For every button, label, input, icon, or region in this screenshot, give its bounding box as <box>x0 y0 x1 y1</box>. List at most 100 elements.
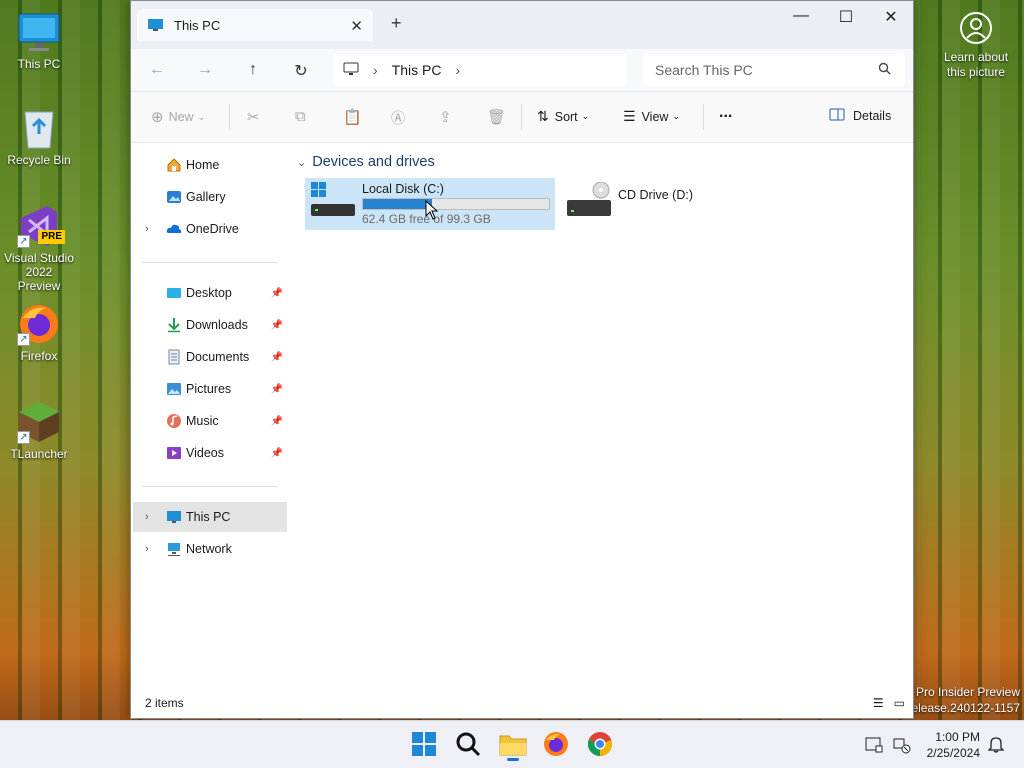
search-icon[interactable] <box>455 731 483 759</box>
forward-arrow-icon[interactable]: → <box>195 61 215 79</box>
search-input[interactable]: Search This PC <box>643 54 905 86</box>
chevron-down-icon: ⌄ <box>672 111 680 121</box>
sidebar-item-downloads[interactable]: Downloads 📌 <box>133 310 287 340</box>
desktop-icon-visual-studio[interactable]: PRE ↗ Visual Studio 2022 Preview <box>4 204 74 293</box>
refresh-icon[interactable]: ↻ <box>291 61 311 81</box>
copy-icon[interactable]: ⧉ <box>295 108 306 125</box>
more-options-button[interactable]: ... <box>719 104 732 122</box>
monitor-icon <box>147 18 164 32</box>
navigation-pane: Home Gallery › OneDrive Desktop 📌 Downlo… <box>131 144 291 689</box>
shortcut-arrow-icon: ↗ <box>17 333 30 346</box>
shortcut-arrow-icon: ↗ <box>17 431 30 444</box>
sidebar-item-documents[interactable]: Documents 📌 <box>133 342 287 372</box>
chevron-right-icon[interactable]: › <box>145 543 149 555</box>
monitor-icon <box>166 509 182 525</box>
desktop-icon-recycle-bin[interactable]: Recycle Bin <box>4 106 74 167</box>
breadcrumb-this-pc[interactable]: This PC <box>392 62 442 78</box>
sidebar-item-label: Videos <box>186 446 224 460</box>
chevron-right-icon[interactable]: › <box>145 511 149 523</box>
tab-this-pc[interactable]: This PC ✕ <box>137 9 373 41</box>
back-arrow-icon[interactable]: ← <box>147 61 167 79</box>
sidebar-item-pictures[interactable]: Pictures 📌 <box>133 374 287 404</box>
tab-title: This PC <box>174 17 221 33</box>
sidebar-item-network[interactable]: › Network <box>133 534 287 564</box>
chrome-icon[interactable] <box>587 731 615 759</box>
maximize-button[interactable]: ☐ <box>831 7 861 27</box>
pin-icon[interactable]: 📌 <box>271 320 283 331</box>
large-icons-view-icon[interactable]: ▭ <box>894 696 905 710</box>
desktop-icon-tlauncher[interactable]: ↗ TLauncher <box>4 400 74 461</box>
search-icon[interactable] <box>878 62 891 78</box>
chevron-right-icon[interactable]: › <box>455 62 460 78</box>
desktop-icon-this-pc[interactable]: This PC <box>4 10 74 71</box>
new-button[interactable]: ⊕ New ⌄ <box>151 108 205 126</box>
clock-time: 1:00 PM <box>935 730 980 744</box>
monitor-icon <box>17 10 61 54</box>
pin-icon[interactable]: 📌 <box>271 384 283 395</box>
preview-badge: PRE <box>38 230 65 244</box>
delete-icon[interactable]: 🗑 <box>487 108 506 126</box>
start-windows-icon[interactable] <box>411 731 439 759</box>
details-view-icon[interactable]: ☰ <box>873 696 884 710</box>
plus-circle-icon: ⊕ <box>151 109 164 126</box>
share-icon[interactable]: ⇪ <box>439 108 452 126</box>
sort-label: Sort <box>554 109 578 124</box>
close-tab-icon[interactable]: ✕ <box>350 17 363 35</box>
clock-date: 2/25/2024 <box>926 746 980 760</box>
file-explorer-icon[interactable] <box>499 731 527 761</box>
minimize-button[interactable]: — <box>786 7 816 25</box>
title-bar: This PC ✕ + — ☐ ✕ <box>131 1 913 49</box>
details-pane-icon <box>829 108 845 124</box>
recycle-bin-icon <box>17 106 61 150</box>
device-display-icon[interactable] <box>864 735 884 755</box>
view-button[interactable]: ☰ View ⌄ <box>623 108 680 125</box>
sidebar-item-home[interactable]: Home <box>133 150 287 180</box>
sidebar-item-videos[interactable]: Videos 📌 <box>133 438 287 468</box>
network-disconnected-icon[interactable] <box>892 735 912 755</box>
learn-about-picture[interactable]: Learn about this picture <box>936 12 1016 80</box>
clock[interactable]: 1:00 PM 2/25/2024 <box>927 729 980 761</box>
chevron-down-icon: ⌄ <box>581 111 590 121</box>
content-pane: ⌄ Devices and drives Local Disk (C:) 62.… <box>293 144 913 689</box>
notification-bell-icon[interactable] <box>987 735 1006 753</box>
pin-icon[interactable]: 📌 <box>271 416 283 427</box>
firefox-icon[interactable] <box>543 731 571 759</box>
desktop-icon-label: TLauncher <box>10 447 68 461</box>
pin-icon[interactable]: 📌 <box>271 288 283 299</box>
pin-icon[interactable]: 📌 <box>271 352 283 363</box>
rename-icon[interactable]: Ⓐ <box>391 108 405 128</box>
sidebar-item-label: Pictures <box>186 382 232 396</box>
pictures-icon <box>166 381 182 397</box>
sidebar-item-label: OneDrive <box>186 222 239 236</box>
address-field[interactable]: › This PC › <box>333 54 627 86</box>
chevron-down-icon: ⌄ <box>297 156 307 169</box>
pin-icon[interactable]: 📌 <box>271 448 283 459</box>
windows-drive-icon <box>311 182 355 220</box>
divider <box>229 104 230 130</box>
search-placeholder: Search This PC <box>655 62 753 78</box>
network-icon <box>166 541 182 557</box>
sidebar-item-this-pc[interactable]: › This PC <box>133 502 287 532</box>
paste-icon[interactable]: 📋 <box>343 108 362 126</box>
group-header-devices[interactable]: ⌄ Devices and drives <box>297 154 435 170</box>
new-tab-button[interactable]: + <box>391 13 402 34</box>
sidebar-item-gallery[interactable]: Gallery <box>133 182 287 212</box>
close-window-button[interactable]: ✕ <box>876 7 906 27</box>
desktop-icon-firefox[interactable]: ↗ Firefox <box>4 302 74 363</box>
up-arrow-icon[interactable]: ↑ <box>243 61 263 79</box>
taskbar: 1:00 PM 2/25/2024 <box>0 720 1024 768</box>
view-list-icon: ☰ <box>623 108 636 124</box>
camera-location-icon <box>960 12 992 44</box>
sort-button[interactable]: ⇅ Sort ⌄ <box>537 108 589 125</box>
sidebar-item-label: This PC <box>186 510 231 524</box>
details-pane-button[interactable]: Details <box>829 108 891 124</box>
chevron-right-icon[interactable]: › <box>373 62 378 78</box>
sidebar-item-music[interactable]: Music 📌 <box>133 406 287 436</box>
chevron-right-icon[interactable]: › <box>145 223 149 235</box>
sidebar-item-onedrive[interactable]: › OneDrive <box>133 214 287 244</box>
sidebar-item-label: Home <box>186 158 220 172</box>
cut-icon[interactable]: ✂ <box>247 108 260 126</box>
drive-cd-d[interactable]: CD Drive (D:) <box>561 178 721 230</box>
document-icon <box>166 349 182 365</box>
sidebar-item-desktop[interactable]: Desktop 📌 <box>133 278 287 308</box>
